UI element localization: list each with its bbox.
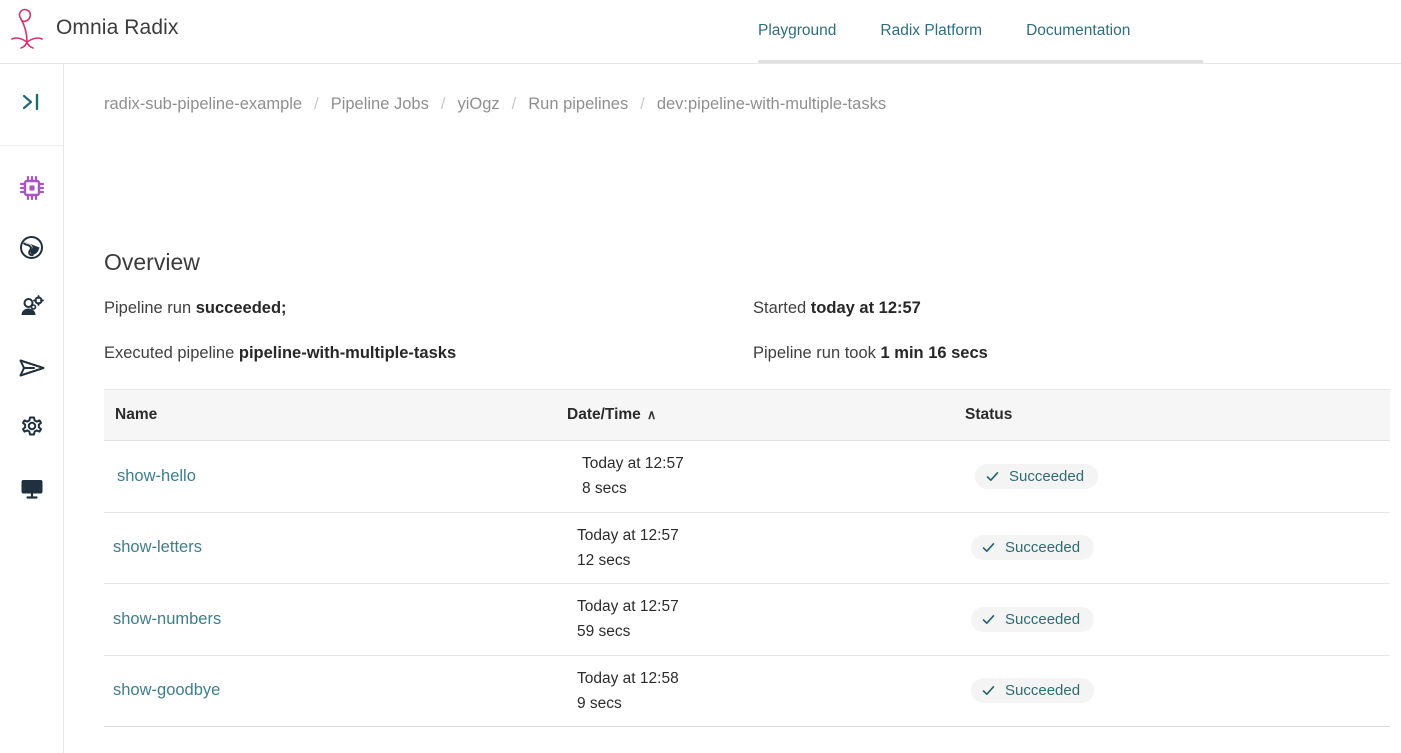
cell-name: show-hello [104, 467, 567, 486]
task-duration: 8 secs [582, 476, 965, 501]
table-header-row: Name Date/Time ∧ Status [104, 389, 1390, 441]
overview-started: Started today at 12:57 [753, 286, 1353, 331]
table-row[interactable]: show-goodbye Today at 12:58 9 secs Succe… [104, 656, 1390, 728]
status-badge: Succeeded [971, 607, 1094, 632]
overview-value: today at 12:57 [811, 299, 921, 317]
overview-value: pipeline-with-multiple-tasks [239, 344, 456, 362]
overview-duration: Pipeline run took 1 min 16 secs [753, 331, 1353, 376]
sprout-logo-icon [8, 6, 46, 50]
breadcrumb: radix-sub-pipeline-example / Pipeline Jo… [104, 95, 886, 114]
sidebar-item-deploy[interactable] [0, 340, 63, 400]
status-label: Succeeded [1005, 611, 1080, 628]
breadcrumb-separator: / [441, 95, 446, 114]
breadcrumb-separator: / [314, 95, 319, 114]
cell-name: show-goodbye [104, 681, 567, 700]
check-icon [981, 683, 996, 698]
task-link[interactable]: show-hello [117, 467, 567, 486]
task-datetime: Today at 12:57 [582, 451, 965, 476]
brand[interactable]: Omnia Radix [8, 6, 178, 50]
column-header-name[interactable]: Name [104, 406, 567, 424]
breadcrumb-item-2[interactable]: yiOgz [457, 95, 499, 114]
check-icon [981, 540, 996, 555]
column-header-label: Status [965, 406, 1012, 423]
user-cog-icon [18, 294, 46, 327]
overview-label: Pipeline run took [753, 344, 876, 362]
sidebar-item-network[interactable] [0, 220, 63, 280]
table-row[interactable]: show-numbers Today at 12:57 59 secs Succ… [104, 584, 1390, 656]
breadcrumb-item-0[interactable]: radix-sub-pipeline-example [104, 95, 302, 114]
breadcrumb-item-1[interactable]: Pipeline Jobs [331, 95, 429, 114]
status-badge: Succeeded [971, 535, 1094, 560]
expand-sidebar-icon [19, 89, 45, 120]
task-datetime: Today at 12:58 [577, 666, 965, 691]
task-duration: 59 secs [577, 619, 965, 644]
task-link[interactable]: show-goodbye [113, 681, 567, 700]
monitor-icon [18, 474, 46, 507]
app-root: Omnia Radix Playground Radix Platform Do… [0, 0, 1401, 753]
column-header-datetime[interactable]: Date/Time ∧ [567, 406, 965, 424]
sidebar-items [0, 146, 63, 520]
task-link[interactable]: show-numbers [113, 610, 567, 629]
main-content: radix-sub-pipeline-example / Pipeline Jo… [64, 64, 1401, 753]
column-header-label: Date/Time [567, 406, 641, 423]
cell-datetime: Today at 12:57 8 secs [567, 451, 965, 501]
nav-item-playground[interactable]: Playground [758, 0, 836, 40]
overview-value: succeeded; [196, 299, 287, 317]
status-label: Succeeded [1005, 539, 1080, 556]
status-label: Succeeded [1009, 468, 1084, 485]
task-datetime: Today at 12:57 [577, 594, 965, 619]
overview-label: Started [753, 299, 806, 317]
sidebar-item-monitoring[interactable] [0, 460, 63, 520]
sort-ascending-icon: ∧ [647, 407, 657, 423]
overview-right-column: Started today at 12:57 Pipeline run took… [753, 286, 1353, 376]
cell-name: show-letters [104, 538, 567, 557]
overview-label: Pipeline run [104, 299, 191, 317]
cell-status: Succeeded [965, 678, 1365, 703]
status-badge: Succeeded [971, 678, 1094, 703]
breadcrumb-item-3[interactable]: Run pipelines [528, 95, 628, 114]
breadcrumb-separator: / [640, 95, 645, 114]
sidebar-toggle-button[interactable] [0, 64, 63, 146]
sidebar [0, 64, 64, 753]
overview-value: 1 min 16 secs [881, 344, 988, 362]
cell-datetime: Today at 12:57 12 secs [567, 523, 965, 573]
status-label: Succeeded [1005, 682, 1080, 699]
sidebar-item-settings[interactable] [0, 400, 63, 460]
globe-icon [18, 234, 45, 266]
sidebar-item-applications[interactable] [0, 160, 63, 220]
column-header-status[interactable]: Status [965, 406, 1365, 424]
overview-executed-pipeline: Executed pipeline pipeline-with-multiple… [104, 331, 744, 376]
check-icon [985, 469, 1000, 484]
cell-status: Succeeded [965, 535, 1365, 560]
check-icon [981, 612, 996, 627]
breadcrumb-item-4: dev:pipeline-with-multiple-tasks [657, 95, 886, 114]
task-duration: 12 secs [577, 548, 965, 573]
table-row[interactable]: show-hello Today at 12:57 8 secs Succeed… [104, 441, 1390, 513]
task-link[interactable]: show-letters [113, 538, 567, 557]
cell-status: Succeeded [965, 607, 1365, 632]
column-header-label: Name [115, 406, 157, 423]
sidebar-item-user-settings[interactable] [0, 280, 63, 340]
overview-pipeline-run-status: Pipeline run succeeded; [104, 286, 744, 331]
gear-icon [18, 414, 46, 447]
breadcrumb-separator: / [512, 95, 517, 114]
send-plane-icon [17, 353, 47, 388]
overview-label: Executed pipeline [104, 344, 234, 362]
tasks-table: Name Date/Time ∧ Status show-hello Today … [104, 389, 1390, 727]
cell-datetime: Today at 12:58 9 secs [567, 666, 965, 716]
brand-name: Omnia Radix [56, 16, 178, 40]
task-duration: 9 secs [577, 691, 965, 716]
page-title: Overview [104, 249, 200, 276]
status-badge: Succeeded [975, 464, 1098, 489]
top-bar: Omnia Radix Playground Radix Platform Do… [0, 0, 1401, 64]
cell-datetime: Today at 12:57 59 secs [567, 594, 965, 644]
cell-status: Succeeded [965, 464, 1365, 489]
nav-item-radix-platform[interactable]: Radix Platform [880, 0, 982, 40]
chip-cluster-icon [17, 173, 47, 208]
table-row[interactable]: show-letters Today at 12:57 12 secs Succ… [104, 513, 1390, 585]
nav-item-documentation[interactable]: Documentation [1026, 0, 1130, 40]
top-navigation: Playground Radix Platform Documentation [758, 0, 1203, 63]
task-datetime: Today at 12:57 [577, 523, 965, 548]
cell-name: show-numbers [104, 610, 567, 629]
